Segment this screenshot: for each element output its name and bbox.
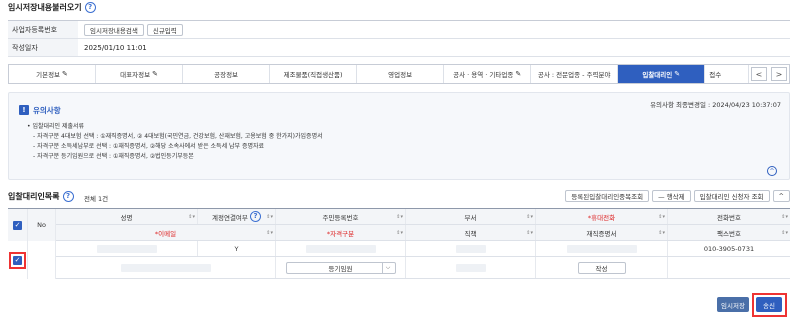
pencil-icon: ✎ — [674, 70, 681, 78]
list-header: 입찰대리인목록 ? 전체 1건 등록된입찰대리인중복조회 — 행삭제 입찰대리인… — [8, 190, 790, 204]
department-redacted[interactable] — [455, 244, 486, 253]
resident-number-redacted[interactable] — [305, 244, 376, 253]
tab-representative[interactable]: 대표자정보 ✎ — [96, 65, 184, 83]
sort-icon[interactable]: ⇕▾ — [658, 214, 665, 220]
page-title-text: 임시저장내용불러오기 — [8, 3, 82, 12]
grid-header-row: ✓ No 성명 ⇕▾ 계정연결여부 ? ⇕▾ 주민등록번호 ⇕▾ 부서 ⇕▾ *휴대전화… — [8, 209, 790, 241]
col-name: 성명 — [120, 213, 133, 222]
col-email: *이메일 — [154, 229, 177, 238]
pencil-icon: ✎ — [152, 70, 158, 78]
tab-specialty[interactable]: 공사 : 전문업종 - 주력분야 — [531, 65, 619, 83]
notice-line: - 자격구분 소득세납부로 선택 : ①재직증명서, ②해당 소속사에서 받은 … — [33, 143, 265, 150]
chevron-down-icon: ⌵ — [381, 262, 394, 273]
collapse-icon[interactable]: ^ — [767, 166, 777, 176]
write-cert-button[interactable]: 작성 — [577, 261, 626, 274]
notice-updated: 유의사항 최종변경일 : 2024/04/23 10:37:07 — [650, 101, 781, 109]
tab-prev-button[interactable]: < — [750, 67, 767, 81]
pencil-icon: ✎ — [62, 70, 68, 78]
sort-icon[interactable]: ⇕▾ — [396, 230, 403, 236]
notice-line: • 입찰대리인 제출서류 — [27, 123, 85, 130]
help-icon[interactable]: ? — [62, 191, 74, 202]
duplicate-check-button[interactable]: 등록된입찰대리인중복조회 — [565, 190, 650, 202]
tab-bar: 기본정보 ✎ 대표자정보 ✎ 공장정보 제조물품(직접생산품) 영업정보 공사 · … — [8, 64, 790, 84]
table-row[interactable]: ✓ Y 010-3905-0731 — [8, 241, 790, 279]
sort-icon[interactable]: ⇕▾ — [396, 214, 403, 220]
col-resident-number: 주민등록번호 — [322, 213, 359, 222]
temp-save-button[interactable]: 임시저장 — [717, 297, 749, 312]
fax-cell[interactable] — [668, 257, 790, 278]
qualification-select[interactable]: 등기임원 ⌵ — [285, 261, 396, 274]
col-department: 부서 — [464, 213, 477, 222]
position-redacted[interactable] — [455, 263, 486, 272]
table-row[interactable]: 등기임원 ⌵ 작성 — [8, 257, 790, 279]
delete-row-button[interactable]: — 행삭제 — [652, 190, 691, 202]
send-button[interactable]: 송신 — [756, 297, 782, 312]
tab-basic-info[interactable]: 기본정보 ✎ — [9, 65, 97, 83]
tab-next-button[interactable]: > — [770, 67, 787, 81]
sort-icon[interactable]: ⇕▾ — [781, 230, 788, 236]
email-redacted[interactable] — [120, 263, 211, 272]
page-title: 임시저장내용불러오기 ? — [8, 2, 96, 13]
tab-products[interactable]: 제조물품(직접생산품) — [270, 65, 358, 83]
tab-business[interactable]: 영업정보 — [357, 65, 445, 83]
sort-icon[interactable]: ⇕▾ — [266, 230, 273, 236]
col-account-link: 계정연결여부 — [212, 213, 248, 222]
row-checkbox-highlight: ✓ — [9, 251, 26, 269]
sort-icon[interactable]: ⇕▾ — [526, 230, 533, 236]
sort-icon[interactable]: ⇕▾ — [781, 214, 788, 220]
applicant-lookup-button[interactable]: 입찰대리인 신청자 조회 — [693, 190, 770, 202]
notice-title: 유의사항 — [33, 106, 61, 115]
tab-construction[interactable]: 공사 · 용역 · 기타업종 ✎ — [444, 65, 532, 83]
row-checkbox[interactable]: ✓ — [13, 255, 22, 265]
col-qualification: *자격구분 — [326, 229, 355, 238]
list-title: 입찰대리인목록 ? — [8, 191, 74, 202]
col-phone: 전화번호 — [717, 213, 741, 222]
sort-icon[interactable]: ⇕▾ — [188, 214, 195, 220]
name-field-redacted[interactable] — [96, 244, 157, 253]
sort-icon[interactable]: ⇕▾ — [266, 214, 273, 220]
tab-factory[interactable]: 공장정보 — [183, 65, 271, 83]
alert-icon: ! — [19, 105, 29, 115]
help-icon[interactable]: ? — [84, 2, 96, 13]
notice-panel: ! 유의사항 유의사항 최종변경일 : 2024/04/23 10:37:07 … — [8, 92, 790, 180]
list-count: 전체 1건 — [84, 195, 109, 203]
agent-grid: ✓ No 성명 ⇕▾ 계정연결여부 ? ⇕▾ 주민등록번호 ⇕▾ 부서 ⇕▾ *휴대전화… — [8, 208, 790, 279]
temp-search-button[interactable]: 임시저장내용검색 — [84, 23, 144, 36]
col-mobile: *휴대전화 — [587, 213, 616, 222]
mobile-redacted[interactable] — [566, 244, 637, 253]
new-entry-button[interactable]: 신규입력 — [146, 23, 183, 36]
notice-line: - 자격구분 4대보험 선택 : ①재직증명서, ② 4대보험(국민연금, 건강… — [33, 133, 323, 140]
pencil-icon: ✎ — [515, 70, 522, 78]
sort-icon[interactable]: ⇕▾ — [526, 214, 533, 220]
biz-number-label: 사업자등록번호 — [8, 21, 78, 38]
row-number — [28, 241, 56, 279]
info-table: 사업자등록번호 임시저장내용검색 신규입력 작성일자 2025/01/10 11… — [8, 20, 790, 57]
notice-line: - 자격구분 등기임원으로 선택 : ①재직증명서, ②법인등기부등본 — [33, 153, 194, 160]
tab-receipt[interactable]: 접수 — [705, 65, 749, 83]
fold-button[interactable]: ^ — [772, 190, 790, 202]
date-label: 작성일자 — [8, 39, 78, 56]
sort-icon[interactable]: ⇕▾ — [658, 230, 665, 236]
tab-bid-agent[interactable]: 입찰대리인 ✎ — [618, 65, 706, 83]
col-position: 직책 — [464, 229, 477, 238]
no-header: No — [28, 209, 56, 241]
notice-body: • 입찰대리인 제출서류 - 자격구분 4대보험 선택 : ①재직증명서, ② … — [27, 122, 323, 162]
grid-header-row: *이메일 ⇕▾ *자격구분 ⇕▾ 직책 ⇕▾ 재직증명서 ⇕▾ 팩스번호 ⇕▾ — [8, 225, 790, 241]
phone-value[interactable]: 010-3905-0731 — [668, 241, 790, 256]
select-all-checkbox[interactable]: ✓ — [13, 220, 22, 230]
date-value: 2025/01/10 11:01 — [84, 43, 147, 52]
col-fax: 팩스번호 — [717, 229, 741, 238]
col-employment-cert: 재직증명서 — [586, 229, 617, 238]
help-icon[interactable]: ? — [249, 211, 261, 222]
account-link-value: Y — [198, 241, 276, 256]
